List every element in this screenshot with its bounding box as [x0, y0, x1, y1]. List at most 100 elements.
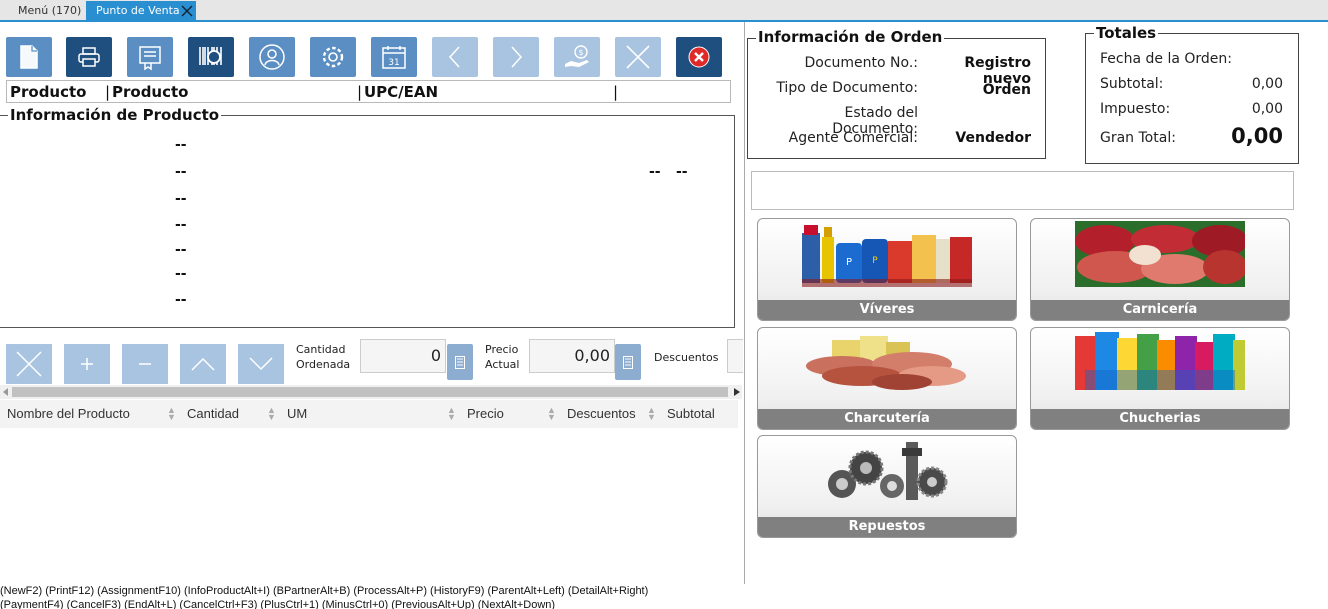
- groceries-image: P P: [802, 225, 972, 287]
- close-window-button[interactable]: [676, 37, 722, 77]
- deli-image: [806, 336, 966, 390]
- product-info-value: --: [175, 266, 187, 282]
- move-up-button[interactable]: [180, 344, 226, 384]
- discount-label: Descuentos: [654, 351, 719, 364]
- grand-total-value: 0,00: [1231, 124, 1283, 148]
- invoice-button[interactable]: [127, 37, 173, 77]
- category-button-carniceria[interactable]: Carnicería: [1030, 218, 1290, 321]
- calculator-icon: [623, 355, 633, 369]
- price-calculator-button[interactable]: [615, 344, 641, 380]
- sort-icon[interactable]: ▲ ▼: [447, 406, 456, 422]
- document-no-label: Documento No.:: [804, 55, 918, 71]
- grand-total-label: Gran Total:: [1100, 130, 1176, 146]
- product-info-value: --: [175, 137, 187, 153]
- order-info-title: Información de Orden: [756, 28, 945, 46]
- calendar-icon: 31: [382, 46, 406, 69]
- search-col-upc: UPC/EAN: [364, 83, 439, 101]
- shortcuts-line-2: (PaymentF4) (CancelF3) (EndAlt+L) (Cance…: [0, 599, 556, 609]
- tab-bar: Menú (170) Punto de Venta: [0, 0, 1328, 22]
- plus-icon: [81, 358, 93, 370]
- chevron-down-icon: [249, 357, 273, 371]
- horizontal-scrollbar[interactable]: [0, 385, 742, 399]
- new-document-button[interactable]: [6, 37, 52, 77]
- svg-text:$: $: [578, 48, 583, 57]
- tax-value: 0,00: [1251, 101, 1283, 117]
- category-button-chucherias[interactable]: Chucherias: [1030, 327, 1290, 430]
- process-button[interactable]: [310, 37, 356, 77]
- minus-icon: [139, 363, 151, 365]
- tab-menu[interactable]: Menú (170): [8, 1, 91, 21]
- invoice-icon: [139, 46, 161, 71]
- process-gear-icon: [322, 46, 344, 68]
- barcode-search-button[interactable]: [188, 37, 234, 77]
- product-info-value: --: [175, 292, 187, 308]
- move-down-button[interactable]: [238, 344, 284, 384]
- sort-icon[interactable]: ▲ ▼: [167, 406, 176, 422]
- product-search-input[interactable]: Producto | Producto | UPC/EAN |: [6, 80, 731, 103]
- category-label: Charcutería: [758, 409, 1016, 429]
- column-header[interactable]: Subtotal: [667, 406, 715, 421]
- plus-button[interactable]: [64, 344, 110, 384]
- category-search-input[interactable]: [751, 171, 1294, 210]
- sort-icon[interactable]: ▲ ▼: [547, 406, 556, 422]
- close-tab-icon[interactable]: [180, 4, 194, 18]
- search-col-producto-2: Producto: [112, 83, 189, 101]
- next-button[interactable]: [493, 37, 539, 77]
- column-header[interactable]: Cantidad: [187, 406, 239, 421]
- subtotal-value: 0,00: [1251, 76, 1283, 92]
- parts-image: [828, 442, 948, 500]
- column-header[interactable]: UM: [287, 406, 307, 421]
- shortcuts-line-1: (NewF2) (PrintF12) (AssignmentF10) (Info…: [0, 585, 649, 597]
- category-button-charcuteria[interactable]: Charcutería: [757, 327, 1017, 430]
- column-header[interactable]: Descuentos: [567, 406, 636, 421]
- calendar-day-number: 31: [388, 58, 399, 68]
- chevron-left-icon: [448, 46, 460, 68]
- tab-punto-de-venta[interactable]: Punto de Venta: [86, 1, 196, 21]
- column-header[interactable]: Nombre del Producto: [7, 406, 130, 421]
- chevron-up-icon: [191, 357, 215, 371]
- scroll-right-icon[interactable]: [734, 388, 740, 396]
- chevron-right-icon: [511, 46, 523, 68]
- print-icon: [78, 47, 100, 67]
- cancel-x-icon: [16, 351, 42, 377]
- column-header[interactable]: Precio: [467, 406, 504, 421]
- calendar-button[interactable]: 31: [371, 37, 417, 77]
- category-button-repuestos[interactable]: Repuestos: [757, 435, 1017, 538]
- sort-icon[interactable]: ▲ ▼: [647, 406, 656, 422]
- category-label: Repuestos: [758, 517, 1016, 537]
- product-info-value: --: [175, 217, 187, 233]
- quantity-calculator-button[interactable]: [447, 344, 473, 380]
- minus-button[interactable]: [122, 344, 168, 384]
- product-info-value: --: [175, 164, 187, 180]
- agent-value: Vendedor: [955, 130, 1031, 146]
- business-partner-icon: [259, 44, 285, 70]
- category-label: Chucherias: [1031, 409, 1289, 429]
- payment-button[interactable]: $: [554, 37, 600, 77]
- price-field[interactable]: 0,00: [529, 339, 615, 373]
- delete-line-button[interactable]: [6, 344, 52, 384]
- subtotal-label: Subtotal:: [1100, 76, 1164, 92]
- previous-button[interactable]: [432, 37, 478, 77]
- discount-field[interactable]: [727, 339, 743, 373]
- meat-image: [1075, 221, 1245, 287]
- category-button-viveres[interactable]: P P Víveres: [757, 218, 1017, 321]
- cancel-line-button[interactable]: [615, 37, 661, 77]
- tax-label: Impuesto:: [1100, 101, 1171, 117]
- print-button[interactable]: [66, 37, 112, 77]
- business-partner-button[interactable]: [249, 37, 295, 77]
- price-label: Precio Actual: [485, 343, 520, 371]
- tab-label: Punto de Venta: [96, 4, 180, 17]
- scroll-left-icon[interactable]: [3, 388, 9, 396]
- product-info-value: --: [175, 242, 187, 258]
- scrollbar-thumb[interactable]: [12, 387, 728, 397]
- agent-label: Agente Comercial:: [788, 130, 918, 146]
- quantity-field[interactable]: 0: [360, 339, 446, 373]
- svg-text:P: P: [846, 257, 852, 268]
- sort-icon[interactable]: ▲ ▼: [267, 406, 276, 422]
- calculator-icon: [455, 355, 465, 369]
- product-info-side-value: --: [649, 164, 661, 180]
- category-label: Víveres: [758, 300, 1016, 320]
- new-document-icon: [20, 45, 38, 69]
- barcode-search-icon: [199, 47, 222, 65]
- cancel-x-icon: [626, 45, 650, 69]
